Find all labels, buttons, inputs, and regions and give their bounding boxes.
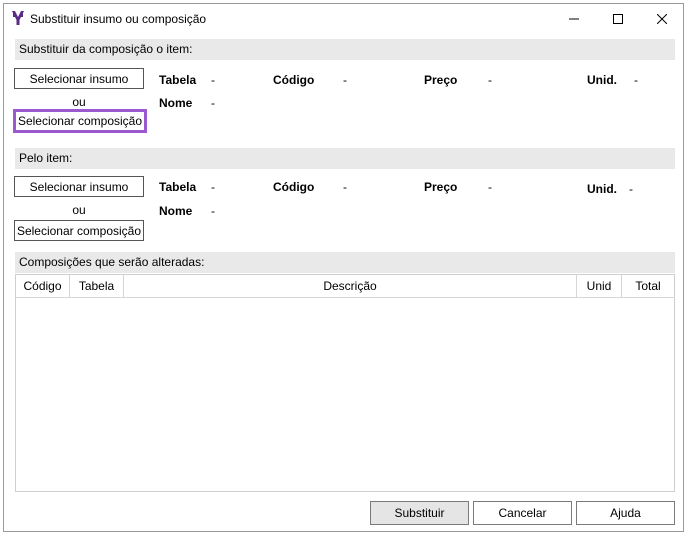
preco-value-1: - — [488, 73, 492, 87]
codigo-label-1: Código — [273, 73, 315, 87]
codigo-label-2: Código — [273, 180, 315, 194]
preco-label-2: Preço — [424, 180, 458, 194]
cancelar-button[interactable]: Cancelar — [473, 501, 572, 525]
codigo-value-2: - — [343, 180, 347, 194]
minimize-icon — [569, 18, 579, 20]
preco-label-1: Preço — [424, 73, 458, 87]
title-bar: Substituir insumo ou composição — [4, 4, 683, 34]
ajuda-button[interactable]: Ajuda — [576, 501, 675, 525]
select-composicao-button-1[interactable]: Selecionar composição — [13, 109, 147, 133]
or-label-1: ou — [72, 95, 86, 109]
tabela-value-2: - — [211, 180, 215, 194]
unid-value-1: - — [634, 73, 638, 87]
section-header-composicoes: Composições que serão alteradas: — [15, 252, 675, 273]
tabela-value-1: - — [211, 73, 215, 87]
close-icon — [657, 14, 667, 24]
app-logo-icon — [12, 11, 24, 25]
maximize-icon — [613, 14, 623, 24]
select-composicao-button-2[interactable]: Selecionar composição — [14, 220, 144, 241]
close-button[interactable] — [640, 4, 684, 34]
column-header-unid[interactable]: Unid — [577, 275, 622, 297]
unid-label-2: Unid. — [587, 182, 617, 196]
dialog-window: Substituir insumo ou composição Substitu… — [3, 3, 684, 532]
section-header-pelo-item: Pelo item: — [15, 148, 675, 169]
nome-label-1: Nome — [159, 96, 193, 110]
column-header-total[interactable]: Total — [622, 275, 674, 297]
unid-label-1: Unid. — [587, 73, 617, 87]
column-header-descricao[interactable]: Descrição — [124, 275, 577, 297]
select-insumo-button-2[interactable]: Selecionar insumo — [14, 176, 144, 197]
preco-value-2: - — [488, 180, 492, 194]
minimize-button[interactable] — [552, 4, 596, 34]
maximize-button[interactable] — [596, 4, 640, 34]
unid-value-2: - — [629, 182, 633, 196]
table-header-row: Código Tabela Descrição Unid Total — [16, 275, 674, 298]
column-header-tabela[interactable]: Tabela — [70, 275, 124, 297]
composicoes-table[interactable]: Código Tabela Descrição Unid Total — [15, 274, 675, 492]
tabela-label-2: Tabela — [159, 180, 197, 194]
window-title: Substituir insumo ou composição — [30, 12, 207, 26]
section-header-substituir-da: Substituir da composição o item: — [15, 39, 675, 60]
or-label-2: ou — [72, 203, 86, 217]
nome-value-2: - — [211, 204, 215, 218]
tabela-label-1: Tabela — [159, 73, 197, 87]
codigo-value-1: - — [343, 73, 347, 87]
select-insumo-button-1[interactable]: Selecionar insumo — [14, 68, 144, 89]
substituir-button[interactable]: Substituir — [370, 501, 469, 525]
nome-value-1: - — [211, 96, 215, 110]
column-header-codigo[interactable]: Código — [16, 275, 70, 297]
nome-label-2: Nome — [159, 204, 193, 218]
table-body — [16, 298, 674, 491]
